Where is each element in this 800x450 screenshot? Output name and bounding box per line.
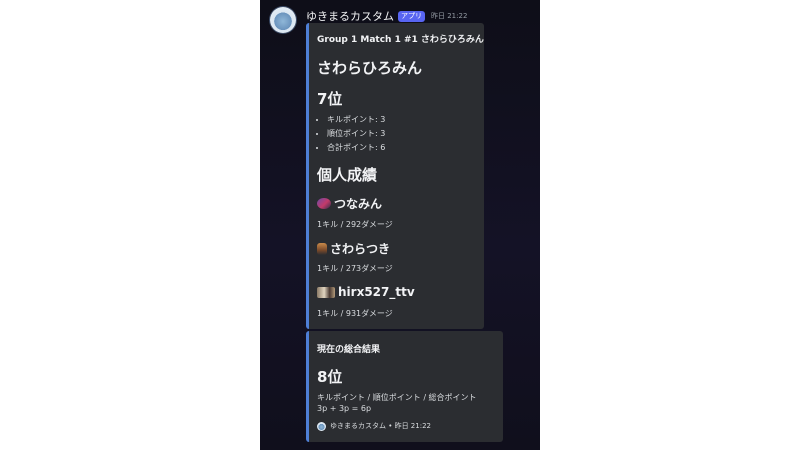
overall-title: 現在の総合結果 xyxy=(317,345,381,355)
player-1-stats: 1キル / 292ダメージ xyxy=(317,220,393,229)
total-points-item: 合計ポイント: 6 xyxy=(327,141,385,155)
match-result-embed: Group 1 Match 1 #1 さわらひろみん さわらひろみん 7位 キル… xyxy=(306,23,484,329)
overall-points-calc: 3p + 3p = 6p xyxy=(317,404,372,413)
embed-author-line: Group 1 Match 1 #1 さわらひろみん xyxy=(317,35,484,45)
player-2-name: さわらつき xyxy=(317,240,390,257)
footer-avatar-icon xyxy=(317,421,326,431)
overall-rank: 8位 xyxy=(317,368,343,386)
player-3-label: hirx527_ttv xyxy=(338,285,415,299)
player-3-name: hirx527_ttv xyxy=(317,285,415,299)
placement-points-item: 順位ポイント: 3 xyxy=(327,127,385,141)
player-3-stats: 1キル / 931ダメージ xyxy=(317,309,393,318)
points-list: キルポイント: 3 順位ポイント: 3 合計ポイント: 6 xyxy=(317,113,385,155)
bot-avatar[interactable] xyxy=(270,7,296,33)
overall-result-embed: 現在の総合結果 8位 キルポイント / 順位ポイント / 総合ポイント 3p +… xyxy=(306,331,503,442)
player-2-avatar-icon xyxy=(317,242,327,255)
message-timestamp: 昨日 21:22 xyxy=(431,12,468,20)
message-header: ゆきまるカスタム アプリ 昨日 21:22 xyxy=(306,8,467,24)
player-3-avatar-icon xyxy=(317,286,335,298)
section-title-individual: 個人成績 xyxy=(317,166,378,184)
player-1-label: つなみん xyxy=(334,197,383,211)
embed-title: さわらひろみん xyxy=(317,59,423,77)
message-author[interactable]: ゆきまるカスタム xyxy=(306,8,394,24)
player-2-stats: 1キル / 273ダメージ xyxy=(317,264,393,273)
player-2-label: さわらつき xyxy=(330,242,391,256)
team-rank: 7位 xyxy=(317,90,343,108)
player-1-name: つなみん xyxy=(317,195,382,212)
player-1-avatar-icon xyxy=(317,198,331,209)
overall-points-header: キルポイント / 順位ポイント / 総合ポイント xyxy=(317,393,477,402)
footer-text: ゆきまるカスタム • 昨日 21:22 xyxy=(330,422,431,430)
kill-points-item: キルポイント: 3 xyxy=(327,113,385,127)
app-badge: アプリ xyxy=(398,10,425,22)
embed-footer: ゆきまるカスタム • 昨日 21:22 xyxy=(317,421,431,431)
